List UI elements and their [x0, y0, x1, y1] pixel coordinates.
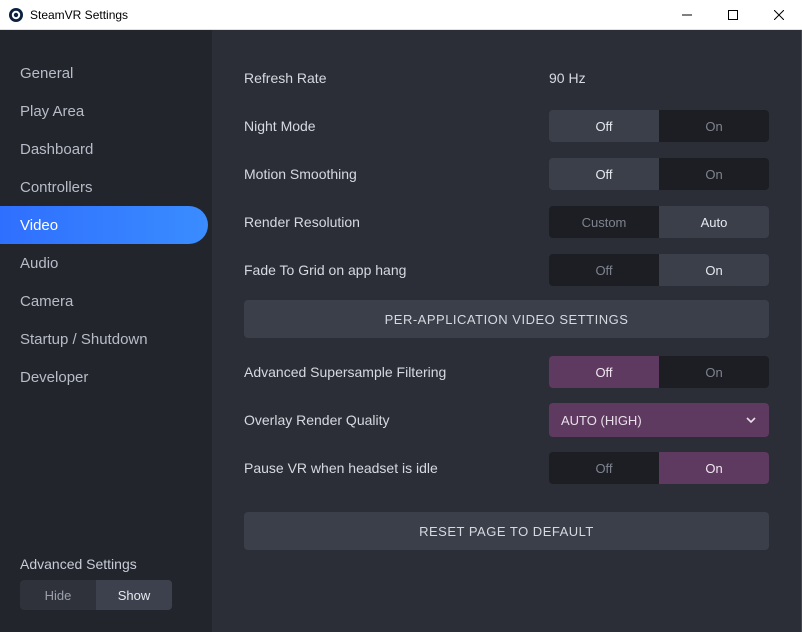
sidebar-item-play-area[interactable]: Play Area [0, 92, 208, 130]
pause-vr-idle-on[interactable]: On [659, 452, 769, 484]
sidebar-item-label: Audio [20, 255, 58, 272]
row-render-resolution: Render Resolution Custom Auto [244, 198, 769, 246]
row-motion-smoothing: Motion Smoothing Off On [244, 150, 769, 198]
sidebar-item-label: Controllers [20, 179, 93, 196]
chevron-down-icon [745, 414, 757, 426]
per-application-label: PER-APPLICATION VIDEO SETTINGS [385, 312, 629, 327]
night-mode-label: Night Mode [244, 118, 549, 134]
row-night-mode: Night Mode Off On [244, 102, 769, 150]
sidebar-item-label: Video [20, 217, 58, 234]
sidebar-bottom: Advanced Settings Hide Show [0, 556, 212, 632]
sidebar-item-label: General [20, 65, 73, 82]
pause-vr-idle-label: Pause VR when headset is idle [244, 460, 549, 476]
fade-to-grid-toggle[interactable]: Off On [549, 254, 769, 286]
reset-label: RESET PAGE TO DEFAULT [419, 524, 594, 539]
sidebar-item-label: Camera [20, 293, 73, 310]
sidebar-item-camera[interactable]: Camera [0, 282, 208, 320]
row-refresh-rate: Refresh Rate 90 Hz [244, 54, 769, 102]
sidebar-item-startup-shutdown[interactable]: Startup / Shutdown [0, 320, 208, 358]
advanced-supersample-on[interactable]: On [659, 356, 769, 388]
sidebar-item-audio[interactable]: Audio [0, 244, 208, 282]
overlay-render-quality-dropdown[interactable]: AUTO (HIGH) [549, 403, 769, 437]
render-resolution-auto[interactable]: Auto [659, 206, 769, 238]
advanced-supersample-label: Advanced Supersample Filtering [244, 364, 549, 380]
fade-to-grid-on[interactable]: On [659, 254, 769, 286]
overlay-render-quality-label: Overlay Render Quality [244, 412, 549, 428]
motion-smoothing-label: Motion Smoothing [244, 166, 549, 182]
render-resolution-toggle[interactable]: Custom Auto [549, 206, 769, 238]
window-title: SteamVR Settings [30, 8, 128, 22]
night-mode-off[interactable]: Off [549, 110, 659, 142]
row-advanced-supersample: Advanced Supersample Filtering Off On [244, 348, 769, 396]
steamvr-icon [8, 7, 24, 23]
window-maximize-button[interactable] [710, 0, 756, 30]
sidebar-item-label: Play Area [20, 103, 84, 120]
motion-smoothing-off[interactable]: Off [549, 158, 659, 190]
row-fade-to-grid: Fade To Grid on app hang Off On [244, 246, 769, 294]
advanced-settings-label: Advanced Settings [20, 556, 192, 572]
row-overlay-render-quality: Overlay Render Quality AUTO (HIGH) [244, 396, 769, 444]
window-close-button[interactable] [756, 0, 802, 30]
overlay-render-quality-value: AUTO (HIGH) [561, 413, 745, 428]
night-mode-toggle[interactable]: Off On [549, 110, 769, 142]
advanced-show-option[interactable]: Show [96, 580, 172, 610]
per-application-video-settings-button[interactable]: PER-APPLICATION VIDEO SETTINGS [244, 300, 769, 338]
reset-page-to-default-button[interactable]: RESET PAGE TO DEFAULT [244, 512, 769, 550]
motion-smoothing-toggle[interactable]: Off On [549, 158, 769, 190]
row-pause-vr-idle: Pause VR when headset is idle Off On [244, 444, 769, 492]
pause-vr-idle-toggle[interactable]: Off On [549, 452, 769, 484]
app-body: General Play Area Dashboard Controllers … [0, 30, 802, 632]
sidebar: General Play Area Dashboard Controllers … [0, 30, 212, 632]
settings-content: Refresh Rate 90 Hz Night Mode Off On Mot… [212, 30, 801, 632]
sidebar-item-controllers[interactable]: Controllers [0, 168, 208, 206]
advanced-supersample-off[interactable]: Off [549, 356, 659, 388]
night-mode-on[interactable]: On [659, 110, 769, 142]
fade-to-grid-label: Fade To Grid on app hang [244, 262, 549, 278]
refresh-rate-label: Refresh Rate [244, 70, 549, 86]
window-titlebar: SteamVR Settings [0, 0, 802, 30]
fade-to-grid-off[interactable]: Off [549, 254, 659, 286]
render-resolution-label: Render Resolution [244, 214, 549, 230]
pause-vr-idle-off[interactable]: Off [549, 452, 659, 484]
sidebar-item-general[interactable]: General [0, 54, 208, 92]
render-resolution-custom[interactable]: Custom [549, 206, 659, 238]
advanced-settings-toggle[interactable]: Hide Show [20, 580, 172, 610]
sidebar-item-label: Dashboard [20, 141, 93, 158]
sidebar-item-label: Startup / Shutdown [20, 331, 148, 348]
sidebar-item-video[interactable]: Video [0, 206, 208, 244]
sidebar-item-label: Developer [20, 369, 88, 386]
advanced-hide-option[interactable]: Hide [20, 580, 96, 610]
window-minimize-button[interactable] [664, 0, 710, 30]
advanced-supersample-toggle[interactable]: Off On [549, 356, 769, 388]
motion-smoothing-on[interactable]: On [659, 158, 769, 190]
sidebar-items: General Play Area Dashboard Controllers … [0, 54, 212, 556]
sidebar-item-dashboard[interactable]: Dashboard [0, 130, 208, 168]
sidebar-item-developer[interactable]: Developer [0, 358, 208, 396]
refresh-rate-value: 90 Hz [549, 70, 769, 86]
